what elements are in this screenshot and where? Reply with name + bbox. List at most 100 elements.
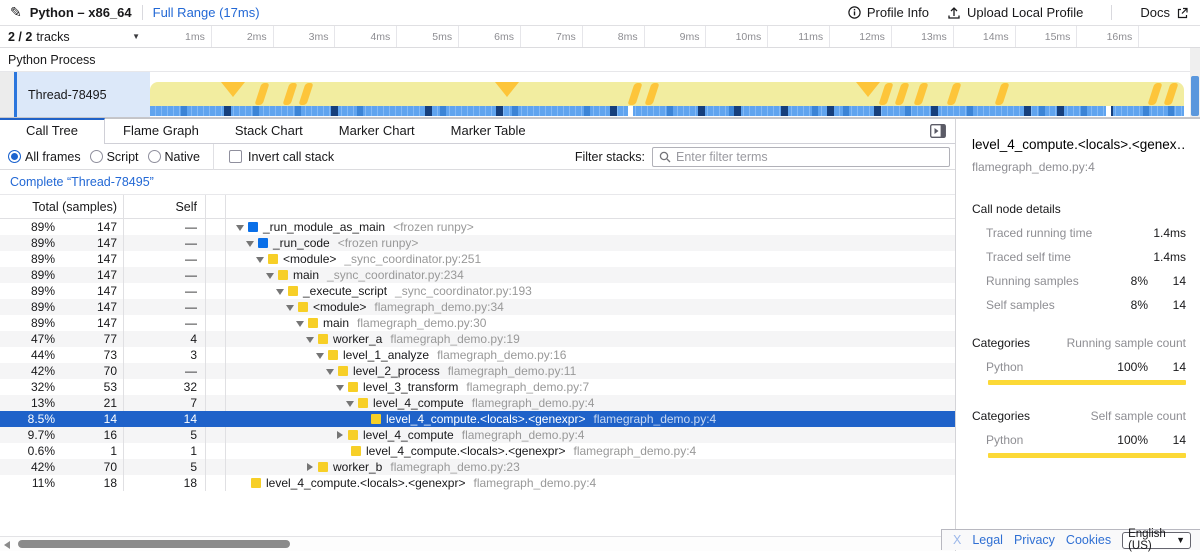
tracks-vertical-scrollbar[interactable]	[1190, 48, 1200, 117]
tracks-dropdown[interactable]: 2 / 2 tracks ▼	[0, 26, 150, 47]
footer-link-x[interactable]: X	[953, 533, 961, 547]
call-tree-row[interactable]: 89%147—<module>flamegraph_demo.py:34	[0, 299, 955, 315]
radio-script[interactable]: Script	[90, 150, 139, 164]
row-total-cell: 89%147	[0, 299, 124, 315]
collapse-icon[interactable]	[306, 335, 314, 343]
ruler-tick: 14ms	[954, 26, 1016, 47]
process-track-row[interactable]: Python Process	[0, 48, 1200, 72]
sample-marker	[734, 106, 741, 116]
collapse-icon[interactable]	[246, 239, 254, 247]
sidebar-toggle-button[interactable]	[930, 124, 946, 143]
tab-stack-chart[interactable]: Stack Chart	[217, 118, 321, 143]
row-tree-cell: <module>flamegraph_demo.py:34	[226, 299, 955, 315]
ruler-tick: 7ms	[521, 26, 583, 47]
collapse-icon[interactable]	[276, 287, 284, 295]
call-tree-row[interactable]: 44%733level_1_analyzeflamegraph_demo.py:…	[0, 347, 955, 363]
tab-marker-table[interactable]: Marker Table	[433, 118, 544, 143]
call-tree-row[interactable]: 89%147—<module>_sync_coordinator.py:251	[0, 251, 955, 267]
cpu-spike	[254, 83, 269, 105]
expand-icon[interactable]	[306, 463, 314, 471]
radio-all-frames[interactable]: All frames	[8, 150, 81, 164]
row-tree-cell: _run_code<frozen runpy>	[226, 235, 955, 251]
call-tree-row[interactable]: 42%705worker_bflamegraph_demo.py:23	[0, 459, 955, 475]
filter-input[interactable]	[676, 150, 943, 164]
row-gap-cell	[206, 219, 226, 235]
docs-button[interactable]: Docs	[1140, 5, 1188, 20]
filter-searchbox[interactable]	[652, 147, 950, 167]
thread-track-row[interactable]: Thread-78495	[0, 72, 1200, 118]
detail-percent: 8%	[1104, 274, 1148, 288]
footer-link-privacy[interactable]: Privacy	[1014, 533, 1055, 547]
call-tree-row[interactable]: 8.5%1414level_4_compute.<locals>.<genexp…	[0, 411, 955, 427]
horizontal-scrollbar[interactable]	[0, 536, 955, 551]
upload-icon	[947, 6, 961, 20]
column-header-total[interactable]: Total (samples)	[0, 195, 124, 218]
collapse-icon[interactable]	[266, 271, 274, 279]
categories-title: Categories	[972, 336, 1030, 350]
upload-profile-button[interactable]: Upload Local Profile	[947, 5, 1083, 20]
sample-tick	[812, 106, 818, 116]
language-select[interactable]: English (US) ▼	[1122, 532, 1191, 549]
collapse-icon[interactable]	[236, 223, 244, 231]
breadcrumb-complete-range[interactable]: Complete “Thread-78495”	[10, 175, 154, 189]
scroll-left-icon[interactable]	[4, 541, 10, 549]
call-tree-row[interactable]: 47%774worker_aflamegraph_demo.py:19	[0, 331, 955, 347]
footer-bar: X Legal Privacy Cookies English (US) ▼	[941, 529, 1200, 550]
collapse-icon[interactable]	[256, 255, 264, 263]
radio-native[interactable]: Native	[148, 150, 200, 164]
footer-link-legal[interactable]: Legal	[972, 533, 1003, 547]
call-tree-row[interactable]: 32%5332level_3_transformflamegraph_demo.…	[0, 379, 955, 395]
tab-marker-chart[interactable]: Marker Chart	[321, 118, 433, 143]
collapse-icon[interactable]	[296, 319, 304, 327]
call-tree-row[interactable]: 89%147—_run_code<frozen runpy>	[0, 235, 955, 251]
collapse-icon[interactable]	[286, 303, 294, 311]
thread-activity-graph[interactable]	[150, 72, 1184, 117]
expand-icon[interactable]	[336, 431, 344, 439]
call-tree-row[interactable]: 89%147—main_sync_coordinator.py:234	[0, 267, 955, 283]
row-gap-cell	[206, 267, 226, 283]
ruler-tick: 1ms	[150, 26, 212, 47]
call-tree-row[interactable]: 0.6%11level_4_compute.<locals>.<genexpr>…	[0, 443, 955, 459]
invert-call-stack-checkbox[interactable]: Invert call stack	[229, 150, 334, 164]
collapse-icon[interactable]	[326, 367, 334, 375]
row-gap-cell	[206, 443, 226, 459]
call-tree-row[interactable]: 89%147—mainflamegraph_demo.py:30	[0, 315, 955, 331]
footer-link-cookies[interactable]: Cookies	[1066, 533, 1111, 547]
call-tree-row[interactable]: 13%217level_4_computeflamegraph_demo.py:…	[0, 395, 955, 411]
tab-flame-graph[interactable]: Flame Graph	[105, 118, 217, 143]
sample-tick	[843, 106, 849, 116]
tab-call-tree[interactable]: Call Tree	[0, 118, 105, 144]
categories-title: Categories	[972, 409, 1030, 423]
cpu-spike	[645, 83, 660, 105]
thread-name: Thread-78495	[28, 88, 107, 102]
detail-row: Traced self time1.4ms	[972, 250, 1186, 264]
call-tree-row[interactable]: 11%1818level_4_compute.<locals>.<genexpr…	[0, 475, 955, 491]
edit-profile-name-icon[interactable]: ✎	[10, 4, 22, 21]
full-range-button[interactable]: Full Range (17ms)	[153, 5, 260, 20]
horizontal-scrollbar-thumb[interactable]	[18, 540, 290, 548]
row-tree-cell: level_4_computeflamegraph_demo.py:4	[226, 427, 955, 443]
profile-info-label: Profile Info	[867, 5, 929, 20]
categories-count-label: Running sample count	[1067, 336, 1186, 350]
collapse-icon[interactable]	[336, 383, 344, 391]
row-self-cell: 14	[124, 411, 206, 427]
filter-stacks-label: Filter stacks:	[575, 150, 645, 164]
call-tree-row[interactable]: 42%70—level_2_processflamegraph_demo.py:…	[0, 363, 955, 379]
cpu-spike	[878, 83, 893, 105]
call-tree-row[interactable]: 89%147—_run_module_as_main<frozen runpy>	[0, 219, 955, 235]
function-location: _sync_coordinator.py:251	[344, 252, 481, 266]
column-header-self[interactable]: Self	[124, 195, 206, 218]
collapse-icon[interactable]	[346, 399, 354, 407]
call-tree-row[interactable]: 89%147—_execute_script_sync_coordinator.…	[0, 283, 955, 299]
radio-label: All frames	[25, 150, 81, 164]
detail-row: Running samples8%14	[972, 274, 1186, 288]
collapse-icon[interactable]	[316, 351, 324, 359]
detail-value: 14	[1148, 298, 1186, 312]
thread-track-label[interactable]: Thread-78495	[17, 72, 150, 117]
profile-info-button[interactable]: Profile Info	[848, 5, 929, 20]
row-total-percent: 42%	[0, 460, 55, 474]
vertical-scrollbar-thumb[interactable]	[1191, 76, 1199, 116]
call-tree-row[interactable]: 9.7%165level_4_computeflamegraph_demo.py…	[0, 427, 955, 443]
row-tree-cell: _run_module_as_main<frozen runpy>	[226, 219, 955, 235]
row-total-cell: 89%147	[0, 219, 124, 235]
